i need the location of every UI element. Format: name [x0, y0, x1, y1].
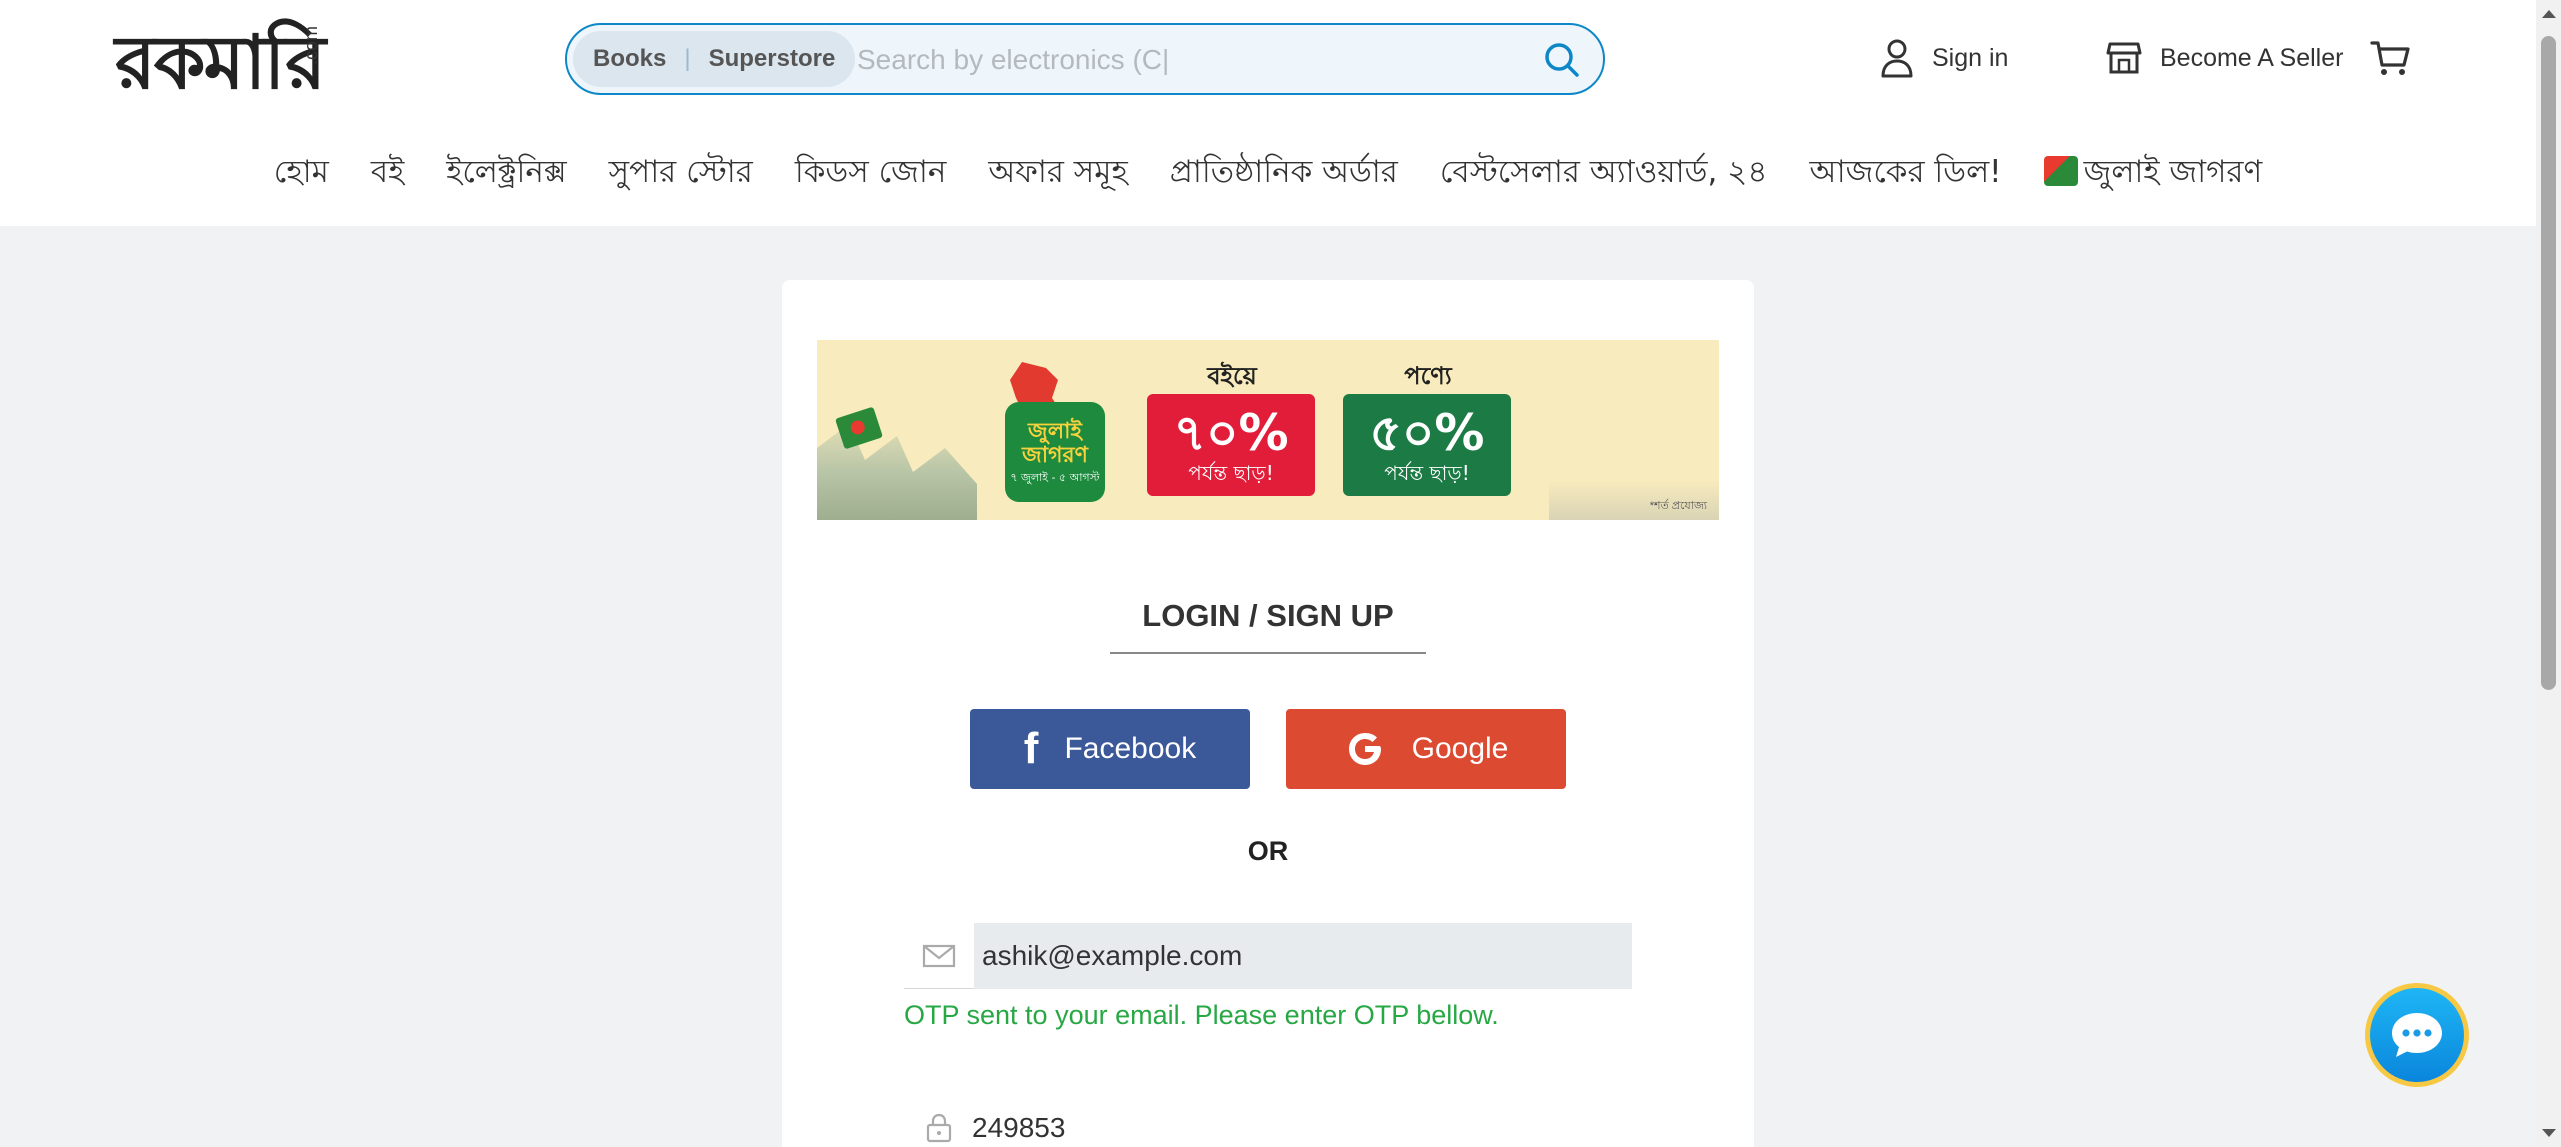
google-login-button[interactable]: Google — [1286, 709, 1566, 789]
cart-icon — [2370, 41, 2410, 75]
book-offer-percent: ৭০% — [1173, 404, 1289, 462]
otp-sent-message: OTP sent to your email. Please enter OTP… — [904, 1000, 1499, 1030]
product-offer-sub: পর্যন্ত ছাড়! — [1384, 461, 1470, 485]
become-seller-link[interactable]: Become A Seller — [2106, 30, 2343, 86]
product-offer-percent: ৫০% — [1369, 404, 1485, 462]
product-offer-label: পণ্যে — [1404, 362, 1452, 390]
sign-in-label: Sign in — [1932, 43, 2009, 72]
nav-item-corporate-order[interactable]: প্রাতিষ্ঠানিক অর্ডার — [1149, 148, 1419, 200]
nav-item-kids-zone[interactable]: কিডস জোন — [774, 148, 968, 200]
search-icon — [1545, 43, 1579, 77]
nav-item-books[interactable]: বই — [350, 148, 425, 200]
login-title: LOGIN / SIGN UP — [1142, 598, 1394, 633]
book-offer-box: বইয়ে ৭০% পর্যন্ত ছাড়! — [1147, 360, 1317, 496]
facebook-icon: f — [1023, 724, 1039, 773]
site-logo[interactable]: রকমারি .com — [115, 18, 326, 108]
user-icon — [1881, 39, 1913, 78]
promo-banner[interactable]: জুলাই জাগরণ ৭ জুলাই - ৫ আগস্ট বইয়ে ৭০% প… — [817, 340, 1719, 520]
store-icon — [2106, 42, 2142, 74]
book-offer-label: বইয়ে — [1207, 362, 1257, 390]
page-scrollbar[interactable] — [2536, 0, 2561, 1147]
google-icon — [1348, 733, 1381, 765]
campaign-logo: জুলাই জাগরণ ৭ জুলাই - ৫ আগস্ট — [1005, 362, 1105, 502]
logo-wordmark: রকমারি — [115, 20, 326, 106]
book-offer-badge: ৭০% পর্যন্ত ছাড়! — [1147, 394, 1315, 496]
campaign-dates: ৭ জুলাই - ৫ আগস্ট — [1010, 471, 1100, 485]
logo-suffix: .com — [301, 26, 321, 66]
scroll-down-arrow-icon[interactable] — [2542, 1129, 2556, 1137]
or-divider: OR — [1247, 836, 1289, 866]
scroll-up-arrow-icon[interactable] — [2542, 10, 2556, 18]
nav-item-superstore[interactable]: সুপার স্টোর — [588, 148, 774, 200]
campaign-logo-text: জুলাই জাগরণ — [1022, 418, 1088, 468]
category-books[interactable]: Books — [593, 45, 666, 73]
chat-bubble-icon — [2392, 1013, 2442, 1057]
book-offer-sub: পর্যন্ত ছাড়! — [1188, 461, 1274, 485]
search-bar: Books | Superstore — [565, 23, 1605, 95]
flag-icon — [2043, 156, 2078, 186]
scrollbar-thumb[interactable] — [2541, 36, 2556, 690]
search-input[interactable] — [857, 35, 1497, 85]
search-category-toggle[interactable]: Books | Superstore — [573, 31, 856, 87]
otp-input[interactable] — [972, 1095, 1630, 1147]
sign-in-link[interactable]: Sign in — [1880, 30, 2008, 86]
nav-item-electronics[interactable]: ইলেক্ট্রনিক্স — [425, 148, 587, 200]
nav-item-bestseller-award[interactable]: বেস্টসেলার অ্যাওয়ার্ড, ২৪ — [1419, 148, 1789, 200]
nav-item-todays-deal[interactable]: আজকের ডিল! — [1788, 148, 2022, 200]
email-field[interactable] — [974, 923, 1632, 989]
product-offer-box: পণ্যে ৫০% পর্যন্ত ছাড়! — [1343, 360, 1513, 496]
nav-item-july-jagoron[interactable]: জুলাই জাগরণ — [2023, 148, 2284, 200]
chat-button-inner — [2370, 988, 2464, 1082]
nav-item-july-jagoron-label: জুলাই জাগরণ — [2083, 154, 2263, 190]
facebook-login-button[interactable]: f Facebook — [970, 709, 1250, 789]
main-nav: হোম বই ইলেক্ট্রনিক্স সুপার স্টোর কিডস জো… — [0, 138, 2536, 210]
banner-flag-illustration — [835, 406, 883, 450]
email-field-wrapper — [904, 923, 1632, 989]
become-seller-label: Become A Seller — [2160, 43, 2344, 72]
campaign-badge: জুলাই জাগরণ ৭ জুলাই - ৫ আগস্ট — [1005, 402, 1105, 502]
search-button[interactable] — [1539, 37, 1585, 83]
lock-icon — [926, 1113, 952, 1143]
site-header: রকমারি .com Books | Superstore Sign in — [0, 0, 2536, 226]
facebook-label: Facebook — [1064, 732, 1197, 765]
nav-item-home[interactable]: হোম — [253, 148, 350, 200]
product-offer-badge: ৫০% পর্যন্ত ছাড়! — [1343, 394, 1511, 496]
cart-button[interactable] — [2370, 30, 2428, 86]
envelope-icon — [922, 944, 956, 968]
banner-terms-note: *শর্ত প্রযোজ্য — [1649, 500, 1707, 512]
title-underline — [1110, 652, 1426, 654]
chat-button[interactable] — [2365, 983, 2469, 1087]
category-separator: | — [684, 45, 691, 72]
nav-item-offers[interactable]: অফার সমূহ — [967, 148, 1148, 200]
login-card: জুলাই জাগরণ ৭ জুলাই - ৫ আগস্ট বইয়ে ৭০% প… — [782, 280, 1754, 1147]
otp-field-wrapper — [904, 1095, 1632, 1147]
google-label: Google — [1411, 732, 1509, 765]
category-superstore[interactable]: Superstore — [709, 45, 836, 73]
